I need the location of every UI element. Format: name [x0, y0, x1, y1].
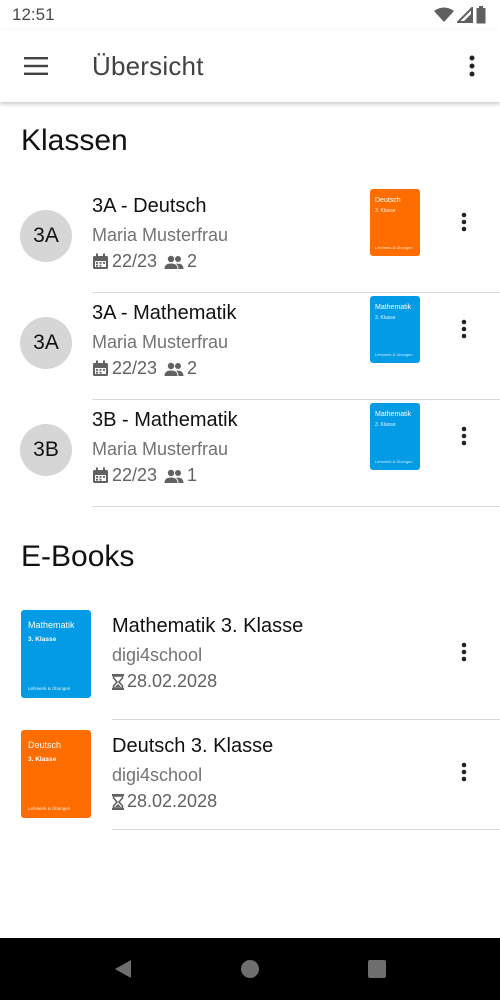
system-navigation-bar: [0, 938, 500, 1000]
class-list-item[interactable]: 3A 3A - Mathematik Maria Musterfrau 22/2…: [0, 293, 500, 400]
signal-icon: [457, 7, 473, 23]
class-title: 3A - Mathematik: [92, 302, 237, 324]
app-bar-more-button[interactable]: [444, 30, 500, 102]
cover-title: Mathematik: [28, 620, 75, 630]
class-text: 3B - Mathematik Maria Musterfrau 22/23 1: [92, 409, 238, 486]
ebook-publisher: digi4school: [112, 645, 203, 665]
menu-icon: [24, 57, 48, 75]
class-title: 3B - Mathematik: [92, 409, 238, 431]
more-vert-icon: [461, 212, 467, 232]
cover-title: Deutsch: [28, 740, 62, 750]
ebook-expiry: 28.02.2028: [127, 671, 218, 691]
class-students-count: 1: [187, 465, 198, 485]
ebook-publisher: digi4school: [112, 765, 203, 785]
ebook-meta: 28.02.2028: [112, 791, 273, 812]
class-students-count: 2: [187, 251, 198, 271]
class-text: 3A - Mathematik Maria Musterfrau 22/23 2: [92, 302, 237, 379]
divider: [92, 506, 500, 507]
calendar-icon: [93, 467, 108, 483]
book-thumb-title: Mathematik: [375, 411, 412, 418]
class-title: 3A - Deutsch: [92, 195, 207, 217]
ebook-expiry: 28.02.2028: [127, 791, 218, 811]
book-thumb-subtitle: 3. Klasse: [375, 315, 396, 322]
class-list-item[interactable]: 3B 3B - Mathematik Maria Musterfrau 22/2…: [0, 400, 500, 507]
status-icons: [434, 6, 486, 24]
status-bar: 12:51: [0, 0, 500, 30]
more-vert-icon: [461, 642, 467, 662]
class-more-button[interactable]: [450, 202, 478, 242]
cover-subtitle: 3. Klasse: [28, 636, 57, 643]
ebook-cover: Deutsch 3. Klasse Lehrwerk & Übungen: [21, 730, 91, 818]
ebook-list-item[interactable]: Mathematik 3. Klasse Lehrwerk & Übungen …: [0, 610, 500, 720]
cover-subtitle: 3. Klasse: [28, 756, 57, 763]
class-book-thumbnail: Deutsch 3. Klasse Lehrwerk & Übungen: [370, 189, 420, 256]
more-vert-icon: [461, 319, 467, 339]
class-year: 22/23: [112, 251, 158, 271]
ebook-meta: 28.02.2028: [112, 671, 303, 692]
class-meta: 22/23 2: [92, 358, 237, 379]
ebook-list-item[interactable]: Deutsch 3. Klasse Lehrwerk & Übungen Deu…: [0, 720, 500, 830]
class-teacher: Maria Musterfrau: [92, 332, 229, 352]
page-title: Übersicht: [92, 50, 204, 81]
hourglass-icon: [112, 793, 124, 810]
ebook-more-button[interactable]: [450, 632, 478, 672]
recents-square-icon[interactable]: [367, 959, 387, 979]
book-thumb-title: Mathematik: [375, 304, 412, 311]
book-thumb-subtitle: 3. Klasse: [375, 208, 396, 215]
cover-footer: Lehrwerk & Übungen: [28, 806, 71, 811]
menu-button[interactable]: [0, 30, 72, 102]
calendar-icon: [93, 253, 108, 269]
people-icon: [164, 469, 184, 483]
ebook-list: Mathematik 3. Klasse Lehrwerk & Übungen …: [0, 610, 500, 830]
class-students-count: 2: [187, 358, 198, 378]
more-vert-icon: [461, 762, 467, 782]
ebook-cover: Mathematik 3. Klasse Lehrwerk & Übungen: [21, 610, 91, 698]
battery-icon: [476, 6, 486, 24]
ebook-text: Mathematik 3. Klasse digi4school 28.02.2…: [112, 615, 303, 692]
class-teacher: Maria Musterfrau: [92, 225, 229, 245]
class-list-item[interactable]: 3A 3A - Deutsch Maria Musterfrau 22/23 2…: [0, 186, 500, 293]
book-thumb-footer: Lehrwerk & Übungen: [375, 459, 413, 464]
class-avatar: 3A: [20, 210, 72, 262]
class-year: 22/23: [112, 465, 158, 485]
class-avatar: 3A: [20, 317, 72, 369]
calendar-icon: [93, 360, 108, 376]
class-teacher: Maria Musterfrau: [92, 439, 229, 459]
cover-footer: Lehrwerk & Übungen: [28, 686, 71, 691]
class-more-button[interactable]: [450, 309, 478, 349]
class-meta: 22/23 1: [92, 465, 238, 486]
more-vert-icon: [469, 55, 475, 77]
book-thumb-subtitle: 3. Klasse: [375, 422, 396, 429]
class-avatar: 3B: [20, 424, 72, 476]
more-vert-icon: [461, 426, 467, 446]
home-circle-icon[interactable]: [240, 959, 260, 979]
divider: [112, 829, 500, 830]
people-icon: [164, 255, 184, 269]
section-title-ebooks: E-Books: [21, 540, 135, 573]
ebook-title: Mathematik 3. Klasse: [112, 615, 304, 637]
ebook-text: Deutsch 3. Klasse digi4school 28.02.2028: [112, 735, 273, 812]
class-meta: 22/23 2: [92, 251, 228, 272]
book-thumb-footer: Lehrwerk & Übungen: [375, 245, 413, 250]
people-icon: [164, 362, 184, 376]
book-thumb-title: Deutsch: [375, 197, 401, 204]
class-text: 3A - Deutsch Maria Musterfrau 22/23 2: [92, 195, 228, 272]
section-title-classes: Klassen: [21, 124, 128, 157]
hourglass-icon: [112, 673, 124, 690]
class-year: 22/23: [112, 358, 158, 378]
main-content: Klassen 3A 3A - Deutsch Maria Musterfrau…: [0, 102, 500, 938]
class-book-thumbnail: Mathematik 3. Klasse Lehrwerk & Übungen: [370, 403, 420, 470]
class-more-button[interactable]: [450, 416, 478, 456]
app-bar: Übersicht: [0, 30, 500, 102]
class-list: 3A 3A - Deutsch Maria Musterfrau 22/23 2…: [0, 186, 500, 507]
back-triangle-icon[interactable]: [113, 959, 133, 979]
ebook-more-button[interactable]: [450, 752, 478, 792]
wifi-icon: [434, 7, 454, 22]
class-book-thumbnail: Mathematik 3. Klasse Lehrwerk & Übungen: [370, 296, 420, 363]
status-time: 12:51: [12, 5, 55, 24]
book-thumb-footer: Lehrwerk & Übungen: [375, 352, 413, 357]
ebook-title: Deutsch 3. Klasse: [112, 735, 274, 757]
